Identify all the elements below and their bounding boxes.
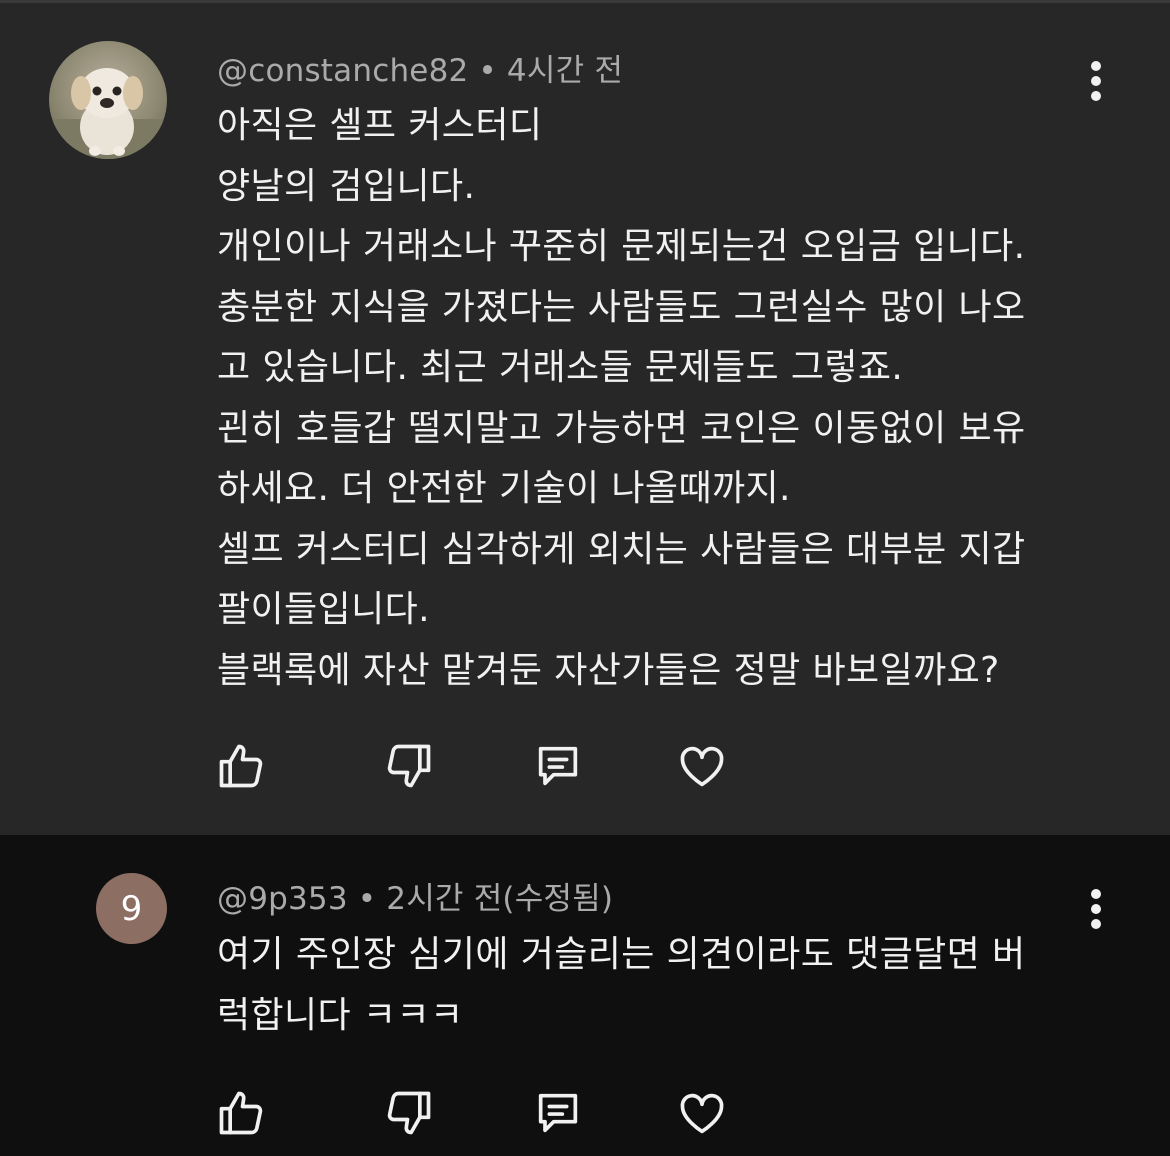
dislike-icon — [387, 1091, 431, 1135]
comment: 9 @9p353 • 2시간 전(수정됨) 여기 주인장 심기에 거슬리는 의견이라… — [0, 835, 1170, 1156]
heart-button[interactable] — [676, 1087, 728, 1139]
comment-actions — [0, 1087, 1170, 1147]
like-icon — [219, 744, 263, 788]
heart-button[interactable] — [676, 740, 728, 792]
dislike-button[interactable] — [383, 740, 435, 792]
author-name[interactable]: @constanche82 — [217, 53, 468, 89]
heart-icon — [680, 746, 724, 787]
like-button[interactable] — [215, 1087, 267, 1139]
meta-separator: • — [357, 881, 377, 917]
letter-avatar[interactable]: 9 — [96, 873, 167, 944]
dog-avatar[interactable] — [49, 41, 167, 159]
reply-icon — [538, 1093, 578, 1133]
comment-actions — [0, 740, 1170, 800]
reply-button[interactable] — [532, 1087, 584, 1139]
like-button[interactable] — [215, 740, 267, 792]
comment-highlighted: @constanche82 • 4시간 전 아직은 셀프 커스터디 양날의 검입니다… — [0, 3, 1170, 835]
meta-separator: • — [478, 53, 497, 89]
reply-icon — [538, 746, 578, 786]
dislike-button[interactable] — [383, 1087, 435, 1139]
heart-icon — [680, 1093, 724, 1134]
comment-text: 아직은 셀프 커스터디 양날의 검입니다. 개인이나 거래소나 꾸준히 문제되는… — [217, 105, 1026, 691]
comment-text: 여기 주인장 심기에 거슬리는 의견이라도 댓글달면 버 럭합니다 ㅋㅋㅋ — [217, 934, 1026, 1036]
comment-meta: @9p353 • 2시간 전(수정됨) — [217, 873, 613, 918]
dislike-icon — [387, 744, 431, 788]
comment-time: 4시간 전 — [506, 53, 624, 89]
reply-button[interactable] — [532, 740, 584, 792]
author-name[interactable]: @9p353 — [217, 881, 348, 917]
comments-screen: @constanche82 • 4시간 전 아직은 셀프 커스터디 양날의 검입니다… — [0, 0, 1170, 1156]
comment-meta: @constanche82 • 4시간 전 — [217, 45, 623, 90]
comment-time: 2시간 전(수정됨) — [386, 881, 614, 917]
like-icon — [219, 1091, 263, 1135]
